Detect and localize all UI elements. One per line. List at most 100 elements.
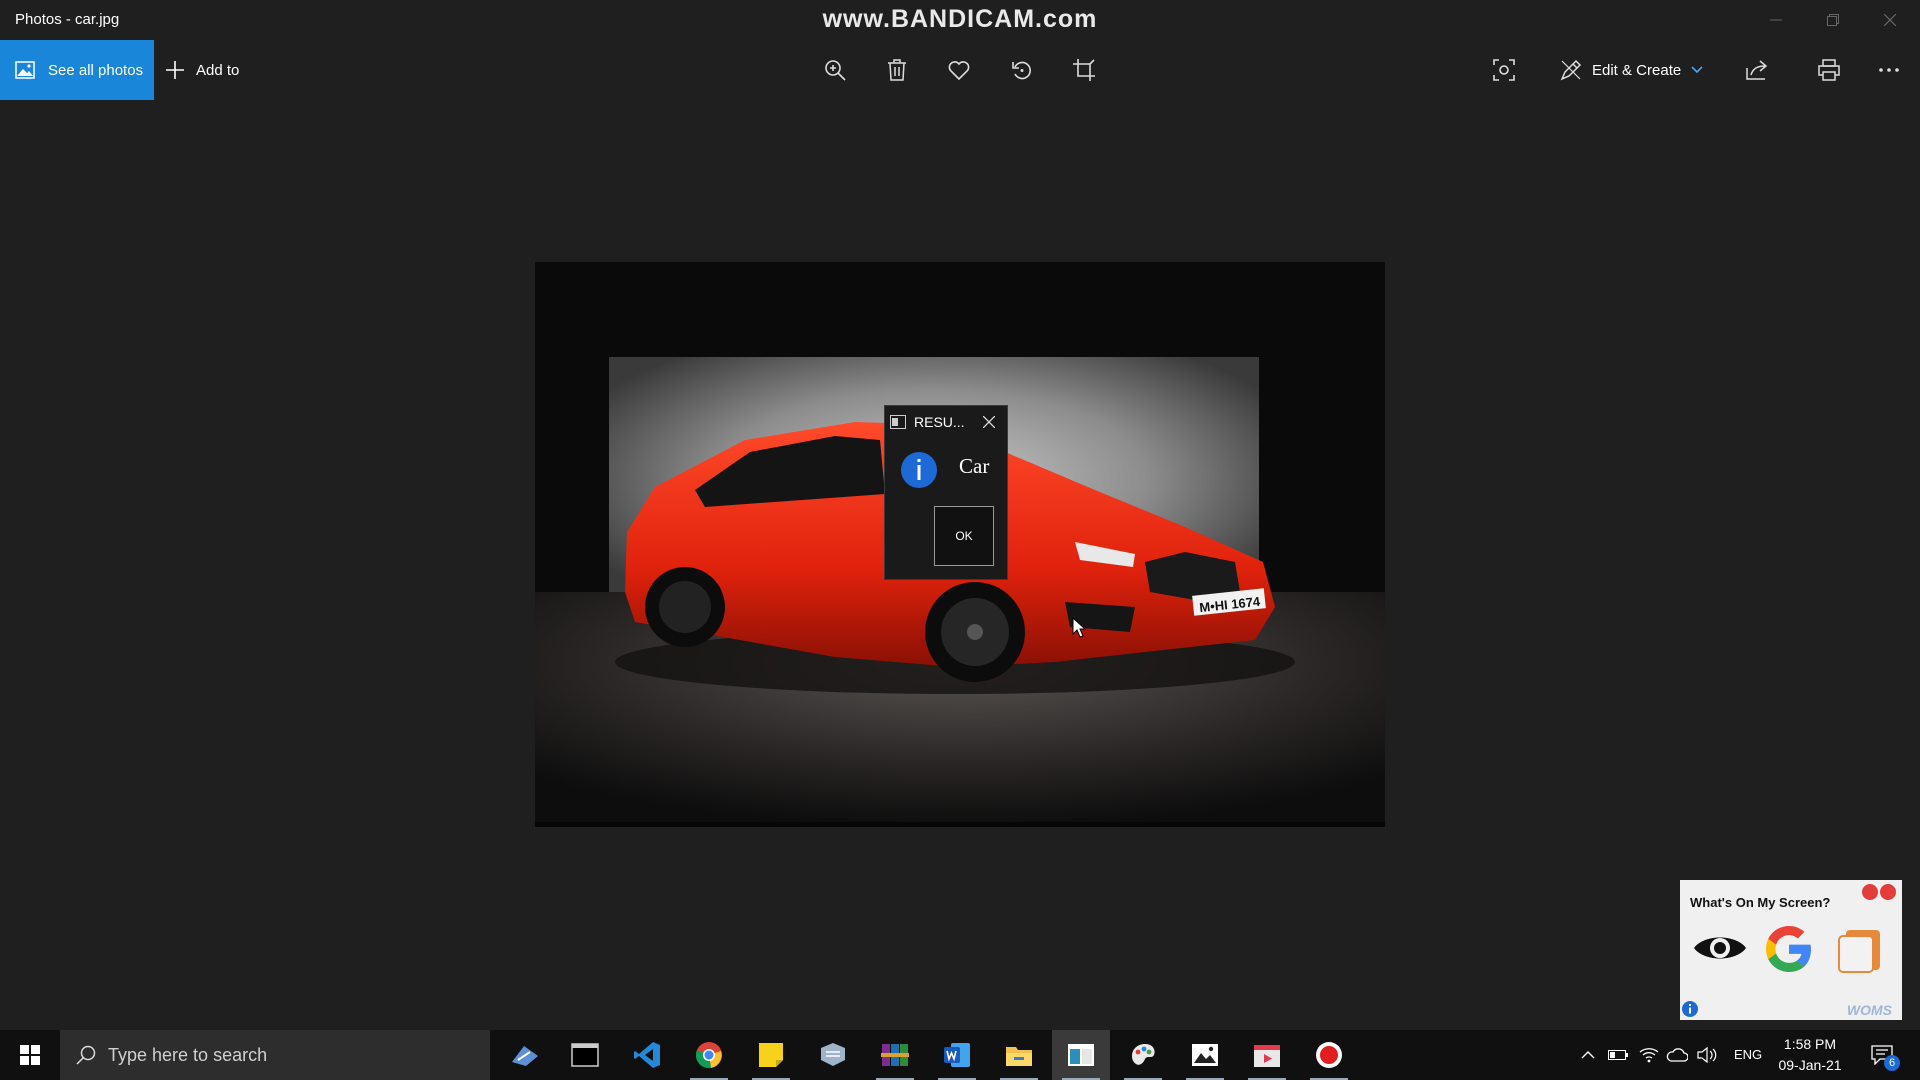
taskbar-app-network[interactable] — [804, 1030, 862, 1080]
taskbar-app-python-window[interactable] — [1052, 1030, 1110, 1080]
edit-create-button[interactable]: Edit & Create — [1560, 40, 1703, 100]
dialog-title: RESU... — [914, 414, 965, 430]
favorite-button[interactable] — [941, 52, 977, 88]
copy-icon[interactable] — [1836, 928, 1884, 974]
favorite-icon — [948, 61, 970, 80]
wifi-icon — [1639, 1048, 1659, 1063]
taskbar-search-box[interactable]: Type here to search — [60, 1030, 490, 1080]
record-icon — [1316, 1042, 1342, 1068]
close-icon — [983, 416, 995, 428]
woms-info-icon[interactable] — [1682, 1001, 1698, 1017]
taskbar-app-chrome[interactable] — [680, 1030, 738, 1080]
word-icon — [944, 1043, 970, 1067]
result-dialog: RESU... Car OK — [884, 405, 1008, 580]
folder-icon — [1006, 1047, 1032, 1066]
woms-minimize-button[interactable] — [1862, 884, 1878, 900]
print-button[interactable] — [1811, 52, 1847, 88]
crop-icon — [1073, 59, 1095, 81]
taskbar-app-terminal[interactable] — [556, 1030, 614, 1080]
delete-icon — [888, 59, 906, 81]
taskbar-app-winrar[interactable] — [866, 1030, 924, 1080]
woms-widget: What's On My Screen? WOMS — [1680, 880, 1902, 1020]
mouse-cursor — [1072, 617, 1086, 639]
start-button[interactable] — [0, 1030, 60, 1080]
taskbar-app-sticky-notes[interactable] — [742, 1030, 800, 1080]
google-icon[interactable] — [1762, 922, 1816, 976]
volume-button[interactable] — [1694, 1030, 1720, 1080]
woms-brand: WOMS — [1846, 1002, 1892, 1018]
zoom-button[interactable] — [817, 52, 853, 88]
taskbar-app-video-editor[interactable] — [1238, 1030, 1296, 1080]
taskbar-app-paint[interactable] — [1114, 1030, 1172, 1080]
ok-button[interactable]: OK — [934, 506, 994, 566]
info-icon — [900, 451, 938, 489]
taskbar-app-anaconda[interactable] — [496, 1030, 554, 1080]
anaconda-icon — [512, 1046, 538, 1066]
add-to-label: Add to — [196, 61, 240, 79]
minimize-icon — [1770, 19, 1782, 21]
taskbar-app-word[interactable] — [928, 1030, 986, 1080]
volume-icon — [1697, 1047, 1717, 1063]
rotate-button[interactable] — [1004, 52, 1040, 88]
delete-button[interactable] — [879, 52, 915, 88]
vscode-icon — [634, 1042, 660, 1068]
app-icon — [890, 415, 906, 429]
taskbar-clock[interactable]: 1:58 PM 09-Jan-21 — [1770, 1034, 1850, 1076]
more-icon — [1879, 68, 1899, 72]
photos-icon — [15, 61, 35, 79]
share-icon — [1746, 60, 1768, 80]
notification-count-badge: 6 — [1884, 1055, 1900, 1071]
wifi-button[interactable] — [1636, 1030, 1662, 1080]
taskbar-app-file-explorer[interactable] — [990, 1030, 1048, 1080]
winrar-icon — [881, 1044, 909, 1066]
taskbar-app-bandicam[interactable] — [1300, 1030, 1358, 1080]
windows-icon — [20, 1045, 40, 1065]
close-window-button[interactable] — [1862, 0, 1918, 40]
rotate-icon — [1012, 61, 1031, 80]
cloud-icon — [1666, 1048, 1688, 1062]
close-icon — [1884, 14, 1896, 26]
add-to-button[interactable]: Add to — [166, 40, 239, 100]
search-placeholder: Type here to search — [108, 1044, 268, 1065]
battery-button[interactable] — [1605, 1030, 1631, 1080]
taskbar: Type here to search ENG 1:58 PM 09-Jan-2… — [0, 1030, 1920, 1080]
app-window-icon — [1068, 1044, 1094, 1066]
dialog-title-bar[interactable]: RESU... — [885, 406, 1007, 438]
woms-title: What's On My Screen? — [1690, 895, 1831, 910]
paint-icon — [1132, 1044, 1155, 1065]
zoom-icon — [825, 60, 846, 81]
plus-icon — [166, 61, 184, 79]
taskbar-app-vscode[interactable] — [618, 1030, 676, 1080]
minimize-button[interactable] — [1748, 0, 1804, 40]
taskbar-app-photos[interactable] — [1176, 1030, 1234, 1080]
restore-button[interactable] — [1805, 0, 1861, 40]
dialog-message: Car — [959, 454, 990, 478]
terminal-icon — [571, 1043, 599, 1067]
dialog-close-button[interactable] — [978, 412, 1000, 432]
search-icon — [76, 1045, 96, 1065]
clock-time: 1:58 PM — [1783, 1036, 1837, 1052]
onedrive-button[interactable] — [1664, 1030, 1690, 1080]
see-all-photos-button[interactable]: See all photos — [0, 40, 154, 100]
sticky-notes-icon — [759, 1043, 783, 1067]
more-button[interactable] — [1871, 52, 1907, 88]
chevron-down-icon — [1691, 66, 1703, 74]
restore-icon — [1827, 14, 1839, 26]
action-center-button[interactable]: 6 — [1862, 1030, 1902, 1080]
language-indicator[interactable]: ENG — [1734, 1047, 1762, 1062]
woms-power-button[interactable] — [1880, 884, 1896, 900]
visual-search-button[interactable] — [1486, 52, 1522, 88]
share-button[interactable] — [1739, 52, 1775, 88]
recording-watermark: www.BANDICAM.com — [822, 5, 1098, 33]
eye-icon[interactable] — [1692, 928, 1748, 968]
show-hidden-icons-button[interactable] — [1576, 1030, 1600, 1080]
clock-date: 09-Jan-21 — [1778, 1057, 1842, 1073]
visual-search-icon — [1493, 59, 1515, 81]
crop-button[interactable] — [1066, 52, 1102, 88]
photos-icon — [1192, 1044, 1218, 1066]
battery-icon — [1608, 1050, 1628, 1060]
video-editor-icon — [1254, 1045, 1280, 1067]
edit-create-label: Edit & Create — [1592, 61, 1682, 79]
chrome-icon — [695, 1042, 722, 1069]
print-icon — [1818, 59, 1840, 81]
